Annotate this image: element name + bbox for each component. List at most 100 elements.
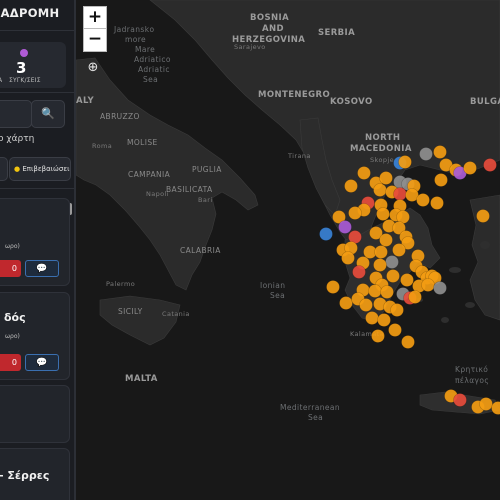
map-marker-orange[interactable] [401,335,415,349]
map-label-city: Palermo [106,280,135,288]
map-marker-orange[interactable] [430,196,444,210]
map-label-city: Catania [162,310,190,318]
map-marker-gray[interactable] [385,255,399,269]
card-subtitle: ωρο) [5,333,20,340]
map-label-sea: more [125,35,146,44]
map-marker-orange[interactable] [379,233,393,247]
map-marker-orange[interactable] [373,183,387,197]
map-marker-orange[interactable] [380,285,394,299]
land-island [449,267,461,273]
map-marker-orange[interactable] [357,166,371,180]
map-canvas[interactable]: BOSNIAANDHERZEGOVINASERBIABULGAMONTENEGR… [76,0,500,500]
map-marker-orange[interactable] [326,280,340,294]
list-item[interactable] [0,385,70,443]
search-button[interactable]: 🔍 [31,100,65,128]
stat-left-label: Α [0,77,2,84]
divider [0,188,74,189]
red-action-button[interactable]: 0 [0,354,21,371]
list-item[interactable]: - Σέρρες [0,448,70,500]
stat-label: ΣΥΓΚ/ΣΕΙΣ [9,77,41,84]
map-marker-purple[interactable] [338,220,352,234]
map-label-country: MONTENEGRO [258,90,330,100]
filter-button-left[interactable] [0,157,8,181]
stats-card: 3 Α ΣΥΓΚ/ΣΕΙΣ ↺ [0,42,66,117]
map-marker-orange[interactable] [398,155,412,169]
red-action-button[interactable]: 0 [0,260,21,277]
land-island [441,317,449,323]
map-marker-orange[interactable] [463,161,477,175]
map-label-country: NORTH [365,133,400,143]
chat-icon: 💬 [36,264,48,274]
map-marker-orange[interactable] [348,206,362,220]
map-label-region: PUGLIA [192,165,222,174]
shield-icon: ● [14,165,21,173]
map-label-country: BOSNIA [250,13,289,23]
map-label-city: Sarajevo [234,43,266,51]
map-label-sea: πέλαγος [455,376,489,385]
map-marker-orange[interactable] [359,298,373,312]
map-marker-orange[interactable] [374,245,388,259]
locate-icon[interactable]: ⊕ [85,60,101,76]
map-marker-blue[interactable] [319,227,333,241]
map-hint-text: ο χάρτη [0,134,35,144]
map-marker-orange[interactable] [339,296,353,310]
map-marker-orange[interactable] [344,179,358,193]
map-label-country: MALTA [125,374,158,384]
map-label-city: Skopje [370,156,394,164]
search-input[interactable] [0,100,32,128]
card-title: - Σέρρες [0,469,50,482]
map-marker-orange[interactable] [388,323,402,337]
search-icon: 🔍 [41,107,55,120]
map-label-sea: Κρητικό [455,365,488,374]
map-label-country: ALY [76,96,94,106]
map-label-city: Roma [92,142,112,150]
map-marker-orange[interactable] [479,397,493,411]
map-marker-orange[interactable] [386,269,400,283]
map-marker-red[interactable] [483,158,497,172]
map-marker-orange[interactable] [392,243,406,257]
map-label-sea: Ionian [260,281,285,290]
map-label-sea: Jadranskо [113,25,154,34]
map-marker-red[interactable] [453,393,467,407]
map-marker-orange[interactable] [373,258,387,272]
map-label-country: AND [262,24,284,34]
map-marker-red[interactable] [352,265,366,279]
divider [0,92,74,93]
map-label-sea: Sea [143,75,158,84]
filter-confirmed-button[interactable]: ● Επιβεβαιώσεις [9,157,71,181]
filter-confirmed-label: Επιβεβαιώσεις [22,165,71,173]
map-marker-red[interactable] [393,187,407,201]
map-marker-orange[interactable] [390,303,404,317]
map-marker-orange[interactable] [379,171,393,185]
map-marker-orange[interactable] [416,193,430,207]
map-marker-orange[interactable] [400,273,414,287]
map-marker-orange[interactable] [433,145,447,159]
zoom-out-button[interactable]: − [83,28,107,52]
chat-button[interactable]: 💬 [25,354,59,371]
card-title: δός [4,311,26,324]
chat-button[interactable]: 💬 [25,260,59,277]
map-marker-orange[interactable] [476,209,490,223]
map-marker-orange[interactable] [408,290,422,304]
sidebar: ΙΑΔΡΟΜΗ 3 Α ΣΥΓΚ/ΣΕΙΣ ↺ 🔍 ο χάρτη ● Επιβ… [0,0,76,500]
map-marker-orange[interactable] [377,313,391,327]
map-label-sea: Sea [270,291,285,300]
zoom-in-button[interactable]: + [83,6,107,30]
map-marker-orange[interactable] [365,311,379,325]
map-view[interactable]: BOSNIAANDHERZEGOVINASERBIABULGAMONTENEGR… [76,0,500,500]
map-label-country: KOSOVO [330,97,373,107]
map-marker-orange[interactable] [434,173,448,187]
map-marker-gray[interactable] [433,281,447,295]
map-marker-orange[interactable] [421,278,435,292]
sidebar-title: ΙΑΔΡΟΜΗ [0,6,60,20]
map-marker-orange[interactable] [341,251,355,265]
map-label-city: Tirana [287,152,311,160]
purple-dot-icon [20,49,28,57]
map-marker-gray[interactable] [419,147,433,161]
map-label-sea: Sea [308,413,323,422]
map-marker-orange[interactable] [371,329,385,343]
map-marker-orange[interactable] [368,284,382,298]
map-label-region: ABRUZZO [100,112,140,121]
map-label-region: BASILICATA [166,185,213,194]
map-marker-orange[interactable] [376,207,390,221]
